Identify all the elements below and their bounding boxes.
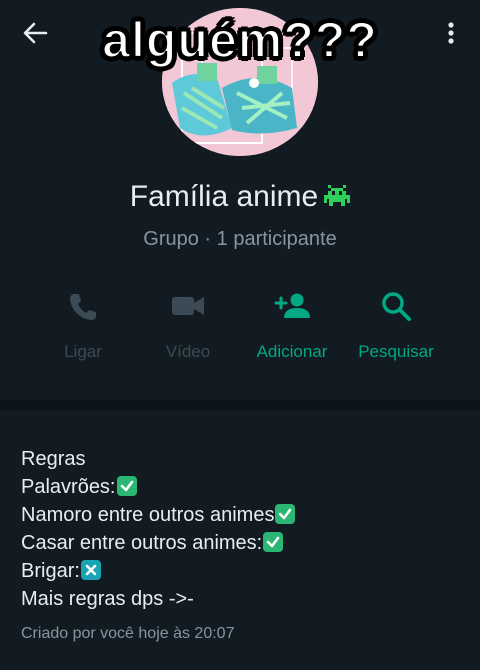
group-subtitle: Grupo · 1 participante: [143, 228, 337, 250]
add-person-icon: [274, 293, 310, 318]
meme-caption: alguém???: [101, 11, 378, 69]
phone-icon: [70, 294, 96, 320]
search-icon: [382, 292, 411, 321]
action-buttons: Ligar Vídeo Adicionar Pesquisar: [0, 286, 480, 376]
check-mark-icon: [275, 504, 296, 524]
description-line: Mais regras dps ->-: [21, 588, 194, 610]
add-participant-button[interactable]: Adicionar: [237, 286, 347, 376]
add-label: Adicionar: [256, 342, 328, 361]
search-button[interactable]: Pesquisar: [341, 286, 451, 376]
description-line: Namoro entre outros animes: [21, 501, 461, 529]
group-description[interactable]: Regras Palavrões: Namoro entre outros an…: [21, 445, 461, 613]
video-icon: [172, 297, 204, 315]
description-line: Palavrões:: [21, 473, 461, 501]
call-button[interactable]: Ligar: [28, 286, 138, 376]
description-line: Brigar:: [21, 557, 461, 585]
group-info-header: alguém??? Família anime Grupo · 1 partic…: [0, 0, 480, 400]
video-button[interactable]: Vídeo: [133, 286, 243, 376]
description-line: Regras: [21, 448, 86, 470]
created-info: Criado por você hoje às 20:07: [21, 625, 235, 642]
section-divider: [0, 400, 480, 410]
description-line: Casar entre outros animes:: [21, 529, 461, 557]
cross-mark-icon: [80, 560, 101, 580]
more-vertical-icon[interactable]: [442, 18, 460, 48]
check-mark-icon: [116, 476, 137, 496]
group-title: Família anime: [0, 180, 480, 215]
alien-monster-icon: [324, 181, 351, 215]
video-label: Vídeo: [165, 342, 211, 361]
search-label: Pesquisar: [358, 342, 434, 361]
call-label: Ligar: [64, 342, 102, 361]
group-name-text: Família anime: [129, 180, 319, 213]
check-mark-icon: [263, 532, 284, 552]
